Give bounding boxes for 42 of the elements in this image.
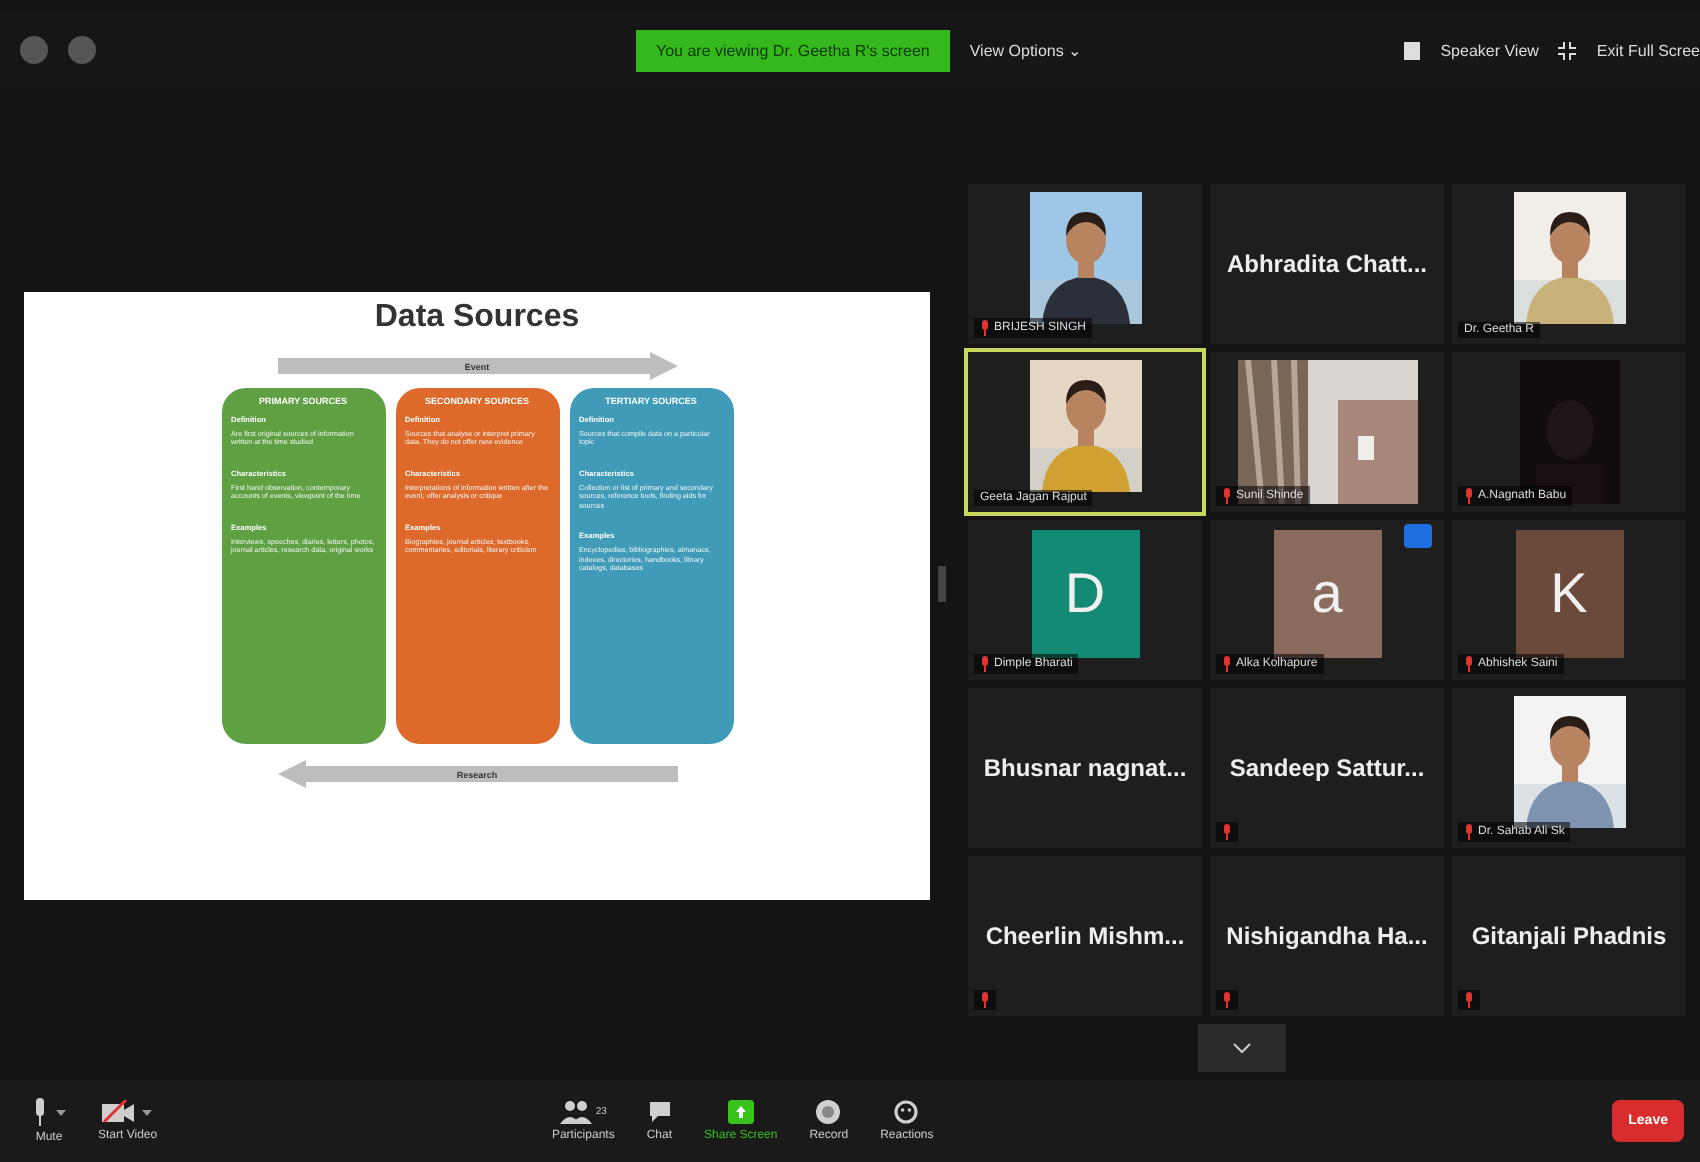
avatar: K: [1515, 530, 1623, 658]
muted-mic-icon: [1222, 992, 1232, 1008]
share-screen-icon: [727, 1100, 754, 1124]
view-options-menu[interactable]: View Options ⌄: [969, 41, 1083, 59]
muted-mic-icon: [980, 320, 990, 336]
muted-mic-icon: [1222, 488, 1232, 504]
left-arrow-icon: [277, 760, 677, 788]
slide-title: Data Sources: [374, 300, 580, 336]
info-icon[interactable]: [20, 36, 48, 64]
smiley-icon: [894, 1100, 919, 1124]
participant-name: Nishigandha Ha...: [1226, 922, 1428, 950]
exit-full-screen-button[interactable]: Exit Full Scree: [1596, 41, 1700, 59]
muted-mic-icon: [980, 992, 990, 1008]
participant-name: Gitanjali Phadnis: [1471, 922, 1667, 950]
mic-icon: [32, 1098, 48, 1126]
muted-mic-icon: [1464, 656, 1474, 672]
caret-icon: [142, 1109, 153, 1115]
exit-fullscreen-icon: [1558, 41, 1577, 59]
participant-name: Sandeep Sattur...: [1229, 754, 1425, 782]
caret-icon: [56, 1109, 66, 1115]
participant-name: Bhusnar nagnat...: [983, 754, 1187, 782]
resize-handle[interactable]: [938, 566, 946, 602]
video-off-icon: [102, 1100, 135, 1124]
muted-mic-icon: [1222, 824, 1232, 840]
participant-name: Cheerlin Mishm...: [985, 922, 1185, 950]
muted-mic-icon: [980, 656, 990, 672]
shield-icon[interactable]: [68, 36, 96, 64]
muted-mic-icon: [1222, 656, 1232, 672]
people-icon: [559, 1100, 592, 1124]
participant-name: Abhradita Chatt...: [1226, 250, 1427, 278]
chat-icon: [647, 1100, 672, 1124]
chevron-down-icon: [1232, 1042, 1252, 1054]
muted-mic-icon: [1464, 488, 1474, 504]
right-arrow-icon: [277, 352, 677, 380]
avatar: D: [1031, 530, 1139, 658]
speaker-view-icon: [1404, 41, 1421, 59]
avatar: a: [1273, 530, 1381, 658]
speaker-view-button[interactable]: Speaker View: [1440, 41, 1539, 59]
muted-mic-icon: [1464, 992, 1474, 1008]
record-icon: [816, 1100, 841, 1124]
muted-mic-icon: [1464, 824, 1474, 840]
viewing-banner: You are viewing Dr. Geetha R's screen: [636, 29, 950, 71]
